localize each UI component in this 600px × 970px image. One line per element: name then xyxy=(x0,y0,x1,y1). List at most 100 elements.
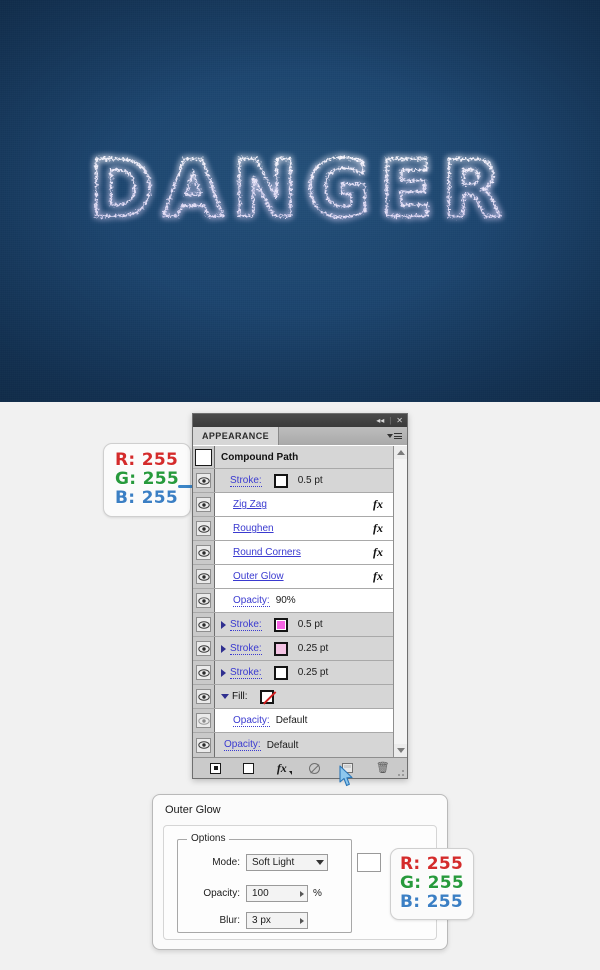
blur-input-value: 3 px xyxy=(252,915,271,926)
stroke-weight-value[interactable]: 0.25 pt xyxy=(298,643,329,654)
visibility-cell[interactable] xyxy=(193,565,215,588)
eye-icon[interactable] xyxy=(196,497,211,512)
fx-icon[interactable]: fx xyxy=(373,569,383,584)
eye-icon[interactable] xyxy=(196,713,211,728)
chevron-down-icon[interactable] xyxy=(221,694,229,699)
opacity-link[interactable]: Opacity: xyxy=(233,595,270,607)
add-new-stroke-icon[interactable] xyxy=(210,762,222,774)
scroll-down-arrow[interactable] xyxy=(394,744,407,757)
glow-color-swatch[interactable] xyxy=(357,853,381,872)
fill-link[interactable]: Fill: xyxy=(232,691,248,702)
stroke-color-swatch[interactable] xyxy=(273,473,288,488)
fill-color-swatch-none[interactable] xyxy=(259,689,274,704)
visibility-cell[interactable] xyxy=(193,469,215,492)
effect-link-round-corners[interactable]: Round Corners xyxy=(233,547,301,558)
visibility-cell[interactable] xyxy=(193,517,215,540)
chevron-right-icon[interactable] xyxy=(221,668,226,677)
delete-item-trash-icon[interactable]: 🗑 xyxy=(376,762,390,774)
visibility-cell[interactable] xyxy=(193,541,215,564)
panel-vertical-scrollbar[interactable] xyxy=(393,446,407,757)
list-item-effect-roughen[interactable]: Roughen fx xyxy=(193,517,393,541)
opacity-link[interactable]: Opacity: xyxy=(224,739,261,751)
eye-icon[interactable] xyxy=(196,665,211,680)
eye-icon[interactable] xyxy=(196,545,211,560)
opacity-input[interactable]: 100 xyxy=(246,885,308,902)
artwork-canvas: DANGER DANGER xyxy=(0,0,600,402)
list-item-effect-zigzag[interactable]: Zig Zag fx xyxy=(193,493,393,517)
add-new-fill-icon[interactable] xyxy=(243,762,255,774)
list-item-stroke-white-top[interactable]: Stroke: 0.5 pt xyxy=(193,469,393,493)
visibility-cell[interactable] xyxy=(193,685,215,708)
eye-icon[interactable] xyxy=(196,593,211,608)
row-content: Opacity: 90% xyxy=(215,589,393,612)
eye-icon[interactable] xyxy=(196,473,211,488)
list-item-effect-outer-glow[interactable]: Outer Glow fx xyxy=(193,565,393,589)
visibility-cell[interactable] xyxy=(193,709,215,732)
list-item-compound-path[interactable]: Compound Path xyxy=(193,446,393,469)
panel-tabbar: APPEARANCE xyxy=(193,427,407,445)
eye-icon[interactable] xyxy=(196,521,211,536)
effect-link-zigzag[interactable]: Zig Zag xyxy=(233,499,267,510)
stepper-arrow-icon[interactable] xyxy=(300,890,304,897)
opacity-value[interactable]: Default xyxy=(276,715,308,726)
opacity-value[interactable]: Default xyxy=(267,740,299,751)
stepper-arrow-icon[interactable] xyxy=(300,917,304,924)
eye-icon[interactable] xyxy=(196,617,211,632)
scroll-track[interactable] xyxy=(394,459,407,744)
list-item-object-opacity[interactable]: Opacity: Default xyxy=(193,733,393,757)
visibility-cell[interactable] xyxy=(193,493,215,516)
opacity-label: Opacity: xyxy=(203,888,240,899)
stroke-link[interactable]: Stroke: xyxy=(230,643,262,655)
fx-icon[interactable]: fx xyxy=(373,521,383,536)
blur-input[interactable]: 3 px xyxy=(246,912,308,929)
rgb-g-value: G: 255 xyxy=(115,469,179,490)
stroke-link[interactable]: Stroke: xyxy=(230,619,262,631)
stroke-link[interactable]: Stroke: xyxy=(230,667,262,679)
row-content: Stroke: 0.25 pt xyxy=(215,661,393,684)
panel-menu-icon[interactable] xyxy=(387,432,402,441)
mode-select[interactable]: Soft Light xyxy=(246,854,328,871)
visibility-cell[interactable] xyxy=(193,589,215,612)
row-content: Fill: xyxy=(215,685,393,708)
list-item-opacity-90[interactable]: Opacity: 90% xyxy=(193,589,393,613)
fx-icon[interactable]: fx xyxy=(373,497,383,512)
resize-grip[interactable] xyxy=(397,769,405,777)
stroke-color-swatch[interactable] xyxy=(273,617,288,632)
scroll-up-arrow[interactable] xyxy=(394,446,407,459)
chevron-right-icon[interactable] xyxy=(221,644,226,653)
list-item-fill[interactable]: Fill: xyxy=(193,685,393,709)
stroke-weight-value[interactable]: 0.5 pt xyxy=(298,475,323,486)
clear-appearance-icon[interactable] xyxy=(309,762,321,774)
add-new-effect-fx-icon[interactable]: fx xyxy=(277,761,292,776)
close-icon[interactable]: ✕ xyxy=(396,416,403,425)
list-item-fill-opacity[interactable]: Opacity: Default xyxy=(193,709,393,733)
row-content: Outer Glow fx xyxy=(215,565,393,588)
eye-icon[interactable] xyxy=(196,641,211,656)
eye-icon[interactable] xyxy=(196,689,211,704)
duplicate-item-icon[interactable] xyxy=(342,763,354,773)
stroke-link[interactable]: Stroke: xyxy=(230,475,262,487)
stroke-color-swatch[interactable] xyxy=(273,641,288,656)
opacity-link[interactable]: Opacity: xyxy=(233,715,270,727)
visibility-cell[interactable] xyxy=(193,661,215,684)
visibility-cell[interactable] xyxy=(193,733,215,757)
list-item-stroke-white-bottom[interactable]: Stroke: 0.25 pt xyxy=(193,661,393,685)
chevron-right-icon[interactable] xyxy=(221,620,226,629)
stroke-color-swatch[interactable] xyxy=(273,665,288,680)
list-item-effect-round-corners[interactable]: Round Corners fx xyxy=(193,541,393,565)
fx-icon[interactable]: fx xyxy=(373,545,383,560)
visibility-cell[interactable] xyxy=(193,637,215,660)
opacity-value[interactable]: 90% xyxy=(276,595,296,606)
list-item-stroke-magenta[interactable]: Stroke: 0.5 pt xyxy=(193,613,393,637)
visibility-cell[interactable] xyxy=(193,613,215,636)
effect-link-outer-glow[interactable]: Outer Glow xyxy=(233,571,284,582)
eye-icon[interactable] xyxy=(196,737,211,753)
svg-text:DANGER: DANGER xyxy=(89,145,511,235)
collapse-icon[interactable]: ◂◂ xyxy=(376,416,384,425)
effect-link-roughen[interactable]: Roughen xyxy=(233,523,274,534)
stroke-weight-value[interactable]: 0.25 pt xyxy=(298,667,329,678)
tab-appearance[interactable]: APPEARANCE xyxy=(193,427,280,445)
eye-icon[interactable] xyxy=(196,569,211,584)
list-item-stroke-pink[interactable]: Stroke: 0.25 pt xyxy=(193,637,393,661)
stroke-weight-value[interactable]: 0.5 pt xyxy=(298,619,323,630)
